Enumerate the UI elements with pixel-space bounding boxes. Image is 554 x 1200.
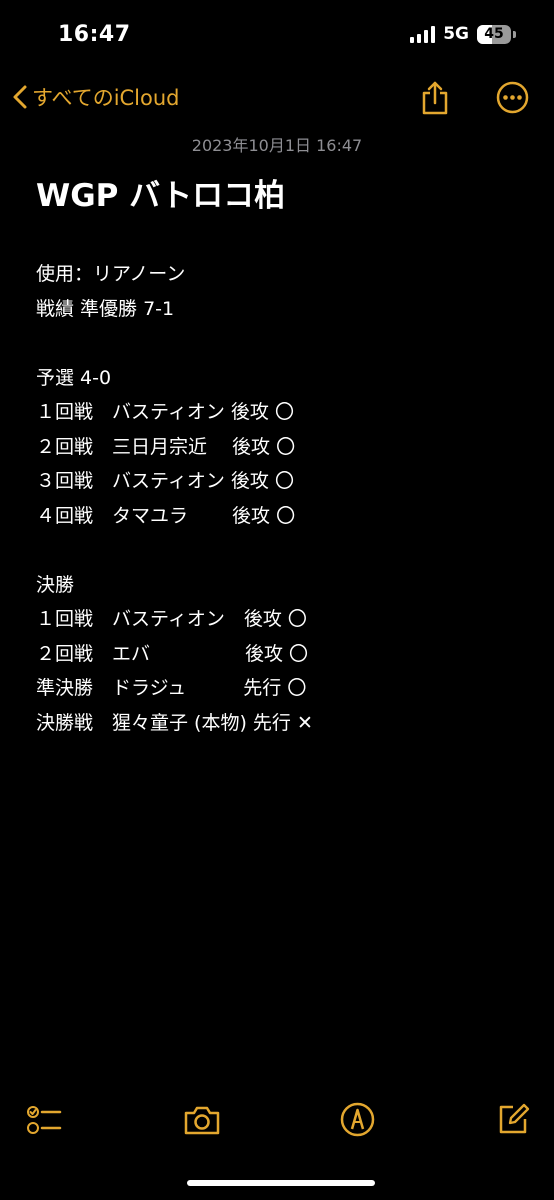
note-line: 準決勝 ドラジュ 先行 〇 bbox=[36, 677, 307, 699]
battery-cap bbox=[513, 30, 516, 38]
note-line: ２回戦 エバ 後攻 〇 bbox=[36, 642, 309, 665]
checklist-button[interactable] bbox=[26, 1104, 62, 1140]
status-indicators: 5G 45 bbox=[410, 24, 516, 44]
note-line: ２回戦 三日月宗近 後攻 〇 bbox=[36, 435, 296, 458]
note-line: ４回戦 タマユラ 後攻 〇 bbox=[36, 504, 296, 527]
battery-level: 45 bbox=[484, 25, 504, 42]
note-line: ３回戦 バスティオン 後攻 〇 bbox=[36, 470, 294, 492]
note-line: １回戦 バスティオン 後攻 〇 bbox=[36, 608, 307, 630]
home-indicator[interactable] bbox=[187, 1180, 375, 1186]
checklist-icon bbox=[26, 1106, 62, 1140]
back-button-label: すべてのiCloud bbox=[32, 86, 180, 110]
note-line: 決勝 bbox=[36, 573, 75, 596]
compose-button[interactable] bbox=[496, 1102, 530, 1140]
camera-button[interactable] bbox=[183, 1104, 221, 1140]
note-line: １回戦 バスティオン 後攻 〇 bbox=[36, 401, 294, 423]
note-line: 使用：リアノーン bbox=[36, 263, 186, 285]
cellular-signal-icon bbox=[410, 25, 436, 43]
status-time: 16:47 bbox=[58, 22, 131, 47]
note-line: 予選 4-0 bbox=[36, 366, 112, 389]
chevron-left-icon bbox=[12, 84, 28, 110]
share-icon bbox=[420, 81, 450, 120]
network-type: 5G bbox=[443, 24, 469, 44]
camera-icon bbox=[183, 1106, 221, 1140]
note-line: 戦績 準優勝 7-1 bbox=[36, 297, 175, 320]
ellipsis-circle-icon bbox=[496, 81, 529, 118]
note-date: 2023年10月1日 16:47 bbox=[191, 136, 363, 155]
share-button[interactable] bbox=[420, 80, 450, 120]
note-blank-line bbox=[36, 326, 526, 361]
markup-pen-icon bbox=[340, 1102, 375, 1141]
battery-icon: 45 bbox=[477, 24, 511, 44]
compose-icon bbox=[496, 1103, 530, 1140]
note-blank-line bbox=[36, 533, 526, 568]
more-options-button[interactable] bbox=[496, 81, 529, 118]
note-line: 決勝戦 猩々童子 (本物) 先行 ✕ bbox=[36, 711, 313, 734]
markup-button[interactable] bbox=[340, 1102, 375, 1141]
back-button[interactable]: すべてのiCloud bbox=[12, 82, 180, 112]
note-title[interactable]: WGP バトロコ柏 bbox=[36, 170, 285, 215]
note-body[interactable]: 使用：リアノーン 戦績 準優勝 7-1 予選 4-0 １回戦 バスティオン 後攻 〇… bbox=[36, 257, 526, 740]
